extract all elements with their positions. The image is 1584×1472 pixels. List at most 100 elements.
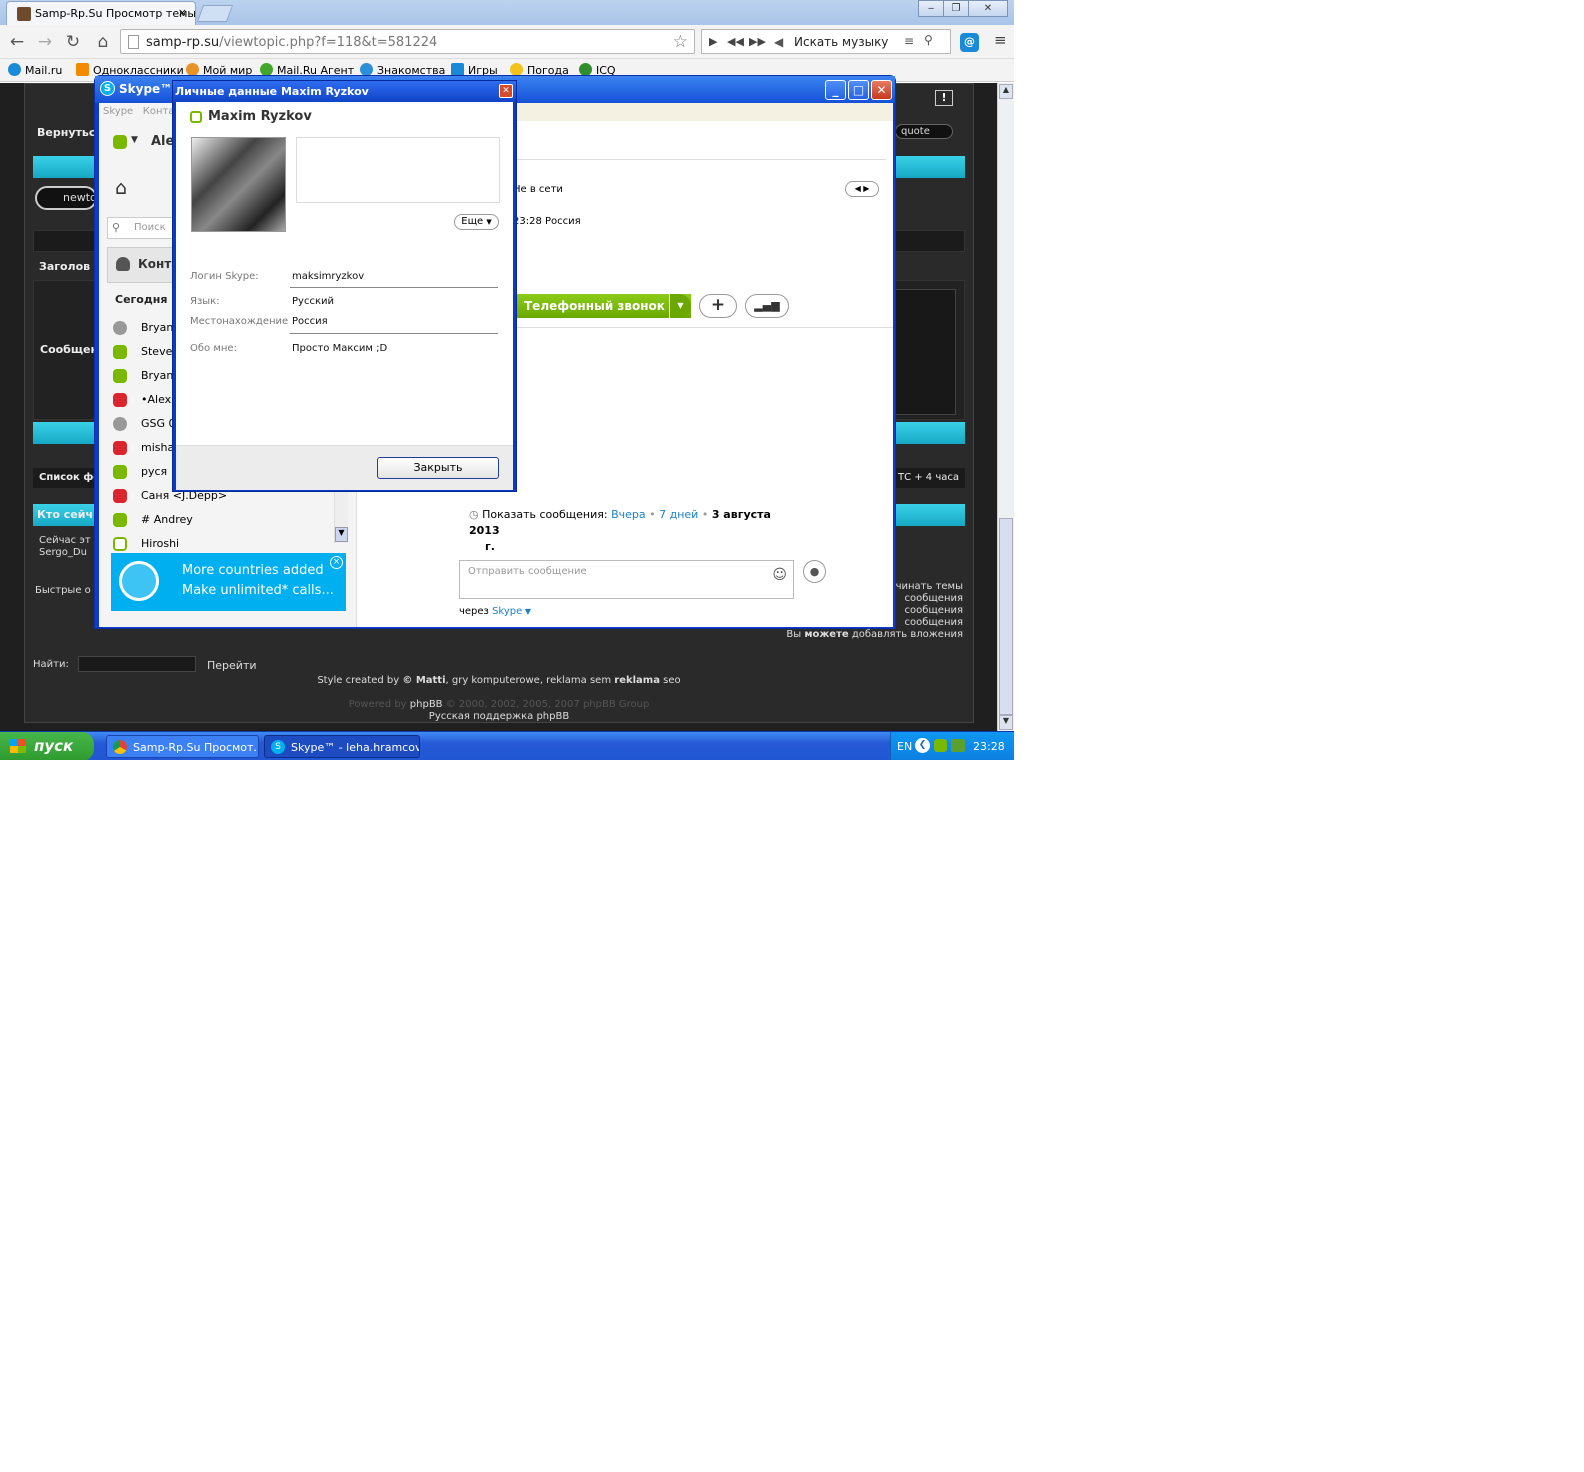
quote-button[interactable]: quote — [895, 124, 953, 139]
network-tray-icon[interactable] — [951, 739, 965, 752]
mood-message-box — [296, 137, 500, 203]
home-icon[interactable]: ⌂ — [115, 177, 127, 199]
close-dialog-button[interactable]: Закрыть — [377, 457, 499, 479]
language-indicator[interactable]: EN — [897, 740, 912, 753]
mailru-icon — [8, 63, 21, 76]
message-label: Сообщен — [40, 343, 99, 356]
new-topic-button[interactable]: newto — [35, 186, 97, 210]
contact-name: руся — [141, 465, 168, 478]
tab-title: Samp-Rp.Su Просмотр темы — [35, 7, 196, 20]
presence-status-icon — [113, 345, 127, 359]
browser-tab[interactable]: Samp-Rp.Su Просмотр темы × — [6, 1, 196, 25]
scroll-down-arrow-icon[interactable]: ▼ — [999, 715, 1013, 730]
mail-agent-icon[interactable]: @ — [960, 33, 979, 52]
browser-tab-bar: Samp-Rp.Su Просмотр темы × ‒ ❐ ✕ — [0, 0, 1014, 25]
contact-status-text: Не в сети — [513, 184, 563, 195]
report-icon[interactable]: ! — [935, 90, 953, 106]
russian-support[interactable]: Русская поддержка phpBB — [25, 711, 973, 722]
skype-maximize-button[interactable]: □ — [848, 80, 869, 100]
user-display-name[interactable]: Ale — [151, 134, 174, 149]
address-bar[interactable]: samp-rp.su/viewtopic.php?f=118&t=581224 … — [120, 29, 695, 54]
row-divider — [290, 287, 498, 288]
fast-forward-icon[interactable]: ▶▶ — [749, 35, 766, 48]
go-button[interactable]: Перейти — [207, 659, 257, 672]
dialog-close-icon[interactable]: ✕ — [499, 84, 513, 98]
restore-window-button[interactable]: ❐ — [943, 0, 969, 17]
contact-local-time: 23:28 Россия — [513, 216, 581, 227]
music-search-input[interactable]: Искать музыку — [794, 35, 888, 49]
globe-call-icon — [119, 561, 159, 601]
chat-bubble-icon[interactable]: ● — [803, 560, 826, 583]
yesterday-link[interactable]: Вчера — [611, 508, 646, 521]
seven-days-link[interactable]: 7 дней — [659, 508, 698, 521]
new-tab-button[interactable] — [196, 5, 234, 22]
phone-call-button[interactable]: Телефонный звонок — [515, 294, 691, 318]
scroll-up-arrow-icon[interactable]: ▲ — [999, 84, 1013, 99]
play-icon[interactable]: ▶ — [709, 35, 717, 48]
menu-skype[interactable]: Skype — [103, 106, 133, 117]
page-scrollbar[interactable]: ▲ ▼ — [997, 83, 1014, 732]
promo-banner[interactable]: More countries added Make unlimited* cal… — [111, 553, 346, 611]
find-input[interactable] — [78, 656, 196, 672]
style-credit: Style created by © Matti, gry komputerow… — [317, 675, 681, 686]
subject-label: Заголов — [39, 260, 91, 273]
bookmark-mailru[interactable]: Mail.ru — [8, 63, 62, 77]
back-arrow-icon[interactable]: ← — [6, 32, 28, 52]
presence-status-icon — [113, 441, 127, 455]
online-user-link[interactable]: Sergo_Du — [39, 547, 91, 559]
menu-lines-icon[interactable]: ≡ — [904, 34, 914, 48]
skype-minimize-button[interactable]: _ — [825, 80, 846, 100]
skype-logo-icon: S — [271, 740, 285, 754]
profile-dialog-titlebar[interactable]: Личные данные Maxim Ryzkov ✕ — [173, 81, 516, 102]
task-browser[interactable]: Samp-Rp.Su Просмот... — [106, 735, 259, 758]
who-online-label: Кто сейч — [37, 508, 93, 521]
skype-tray-icon[interactable] — [934, 739, 947, 752]
more-button[interactable]: Еще ▼ — [454, 214, 499, 230]
presence-status-icon — [113, 465, 127, 479]
back-link[interactable]: Вернуться — [37, 126, 102, 139]
contact-list-item[interactable]: # Andrey — [113, 509, 353, 533]
message-input[interactable]: Отправить сообщение ☺ — [459, 560, 794, 599]
home-icon[interactable]: ⌂ — [92, 32, 114, 52]
emoticon-icon[interactable]: ☺ — [772, 567, 787, 583]
task-skype[interactable]: S Skype™ - leha.hramcov — [264, 735, 420, 758]
page-icon — [128, 35, 139, 49]
profile-dialog-footer: Закрыть — [176, 445, 513, 490]
bookmark-star-icon[interactable]: ☆ — [673, 32, 688, 52]
clock: 23:28 — [973, 740, 1005, 753]
status-dropdown-icon[interactable]: ▼ — [131, 135, 138, 145]
scroll-thumb[interactable] — [999, 518, 1013, 715]
forward-arrow-icon[interactable]: → — [34, 32, 56, 52]
skype-close-button[interactable]: ✕ — [871, 80, 892, 100]
speaker-icon[interactable]: ◀ — [774, 35, 783, 49]
signal-strength-icon[interactable]: ▂▄▆ — [745, 294, 789, 318]
rewind-icon[interactable]: ◀◀ — [727, 35, 744, 48]
search-icon[interactable]: ⚲ — [924, 33, 933, 47]
desktop-screen: Samp-Rp.Su Просмотр темы × ‒ ❐ ✕ ← → ↻ ⌂… — [0, 0, 1014, 760]
add-plus-icon[interactable]: + — [699, 294, 737, 318]
profile-dialog: Личные данные Maxim Ryzkov ✕ Maxim Ryzko… — [172, 80, 517, 492]
minimize-window-button[interactable]: ‒ — [918, 0, 944, 17]
via-skype-dropdown[interactable]: Skype — [492, 606, 522, 617]
reload-icon[interactable]: ↻ — [62, 32, 84, 52]
online-status-icon[interactable] — [113, 135, 127, 149]
tab-close-icon[interactable]: × — [178, 6, 187, 19]
profile-dialog-body: Maxim Ryzkov Еще ▼ Логин Skype: maksimryz… — [176, 102, 513, 490]
start-button[interactable]: пуск — [0, 732, 94, 760]
promo-line-1: More countries added — [182, 563, 324, 578]
close-window-button[interactable]: ✕ — [968, 0, 1008, 17]
windows-logo-icon — [10, 739, 26, 753]
windows-taskbar: пуск Samp-Rp.Su Просмот... S Skype™ - le… — [0, 731, 1014, 760]
profile-nav-arrows-icon[interactable]: ◀ ▶ — [845, 181, 879, 197]
contact-list-item[interactable]: Hiroshi — [113, 533, 353, 557]
tray-expand-icon[interactable]: ❮ — [915, 738, 930, 753]
chrome-menu-icon[interactable]: ≡ — [994, 31, 1007, 49]
close-banner-icon[interactable]: × — [330, 556, 343, 569]
presence-status-icon — [113, 513, 127, 527]
group-chat-icon — [113, 321, 127, 335]
powered-by: Powered by phpBB © 2000, 2002, 2005, 200… — [348, 699, 650, 710]
skype-logo-icon: S — [100, 81, 115, 96]
menu-contacts[interactable]: Конта — [143, 106, 175, 117]
quick-mod-label: Быстрые о — [35, 585, 91, 596]
date-suffix: г. — [485, 540, 495, 553]
